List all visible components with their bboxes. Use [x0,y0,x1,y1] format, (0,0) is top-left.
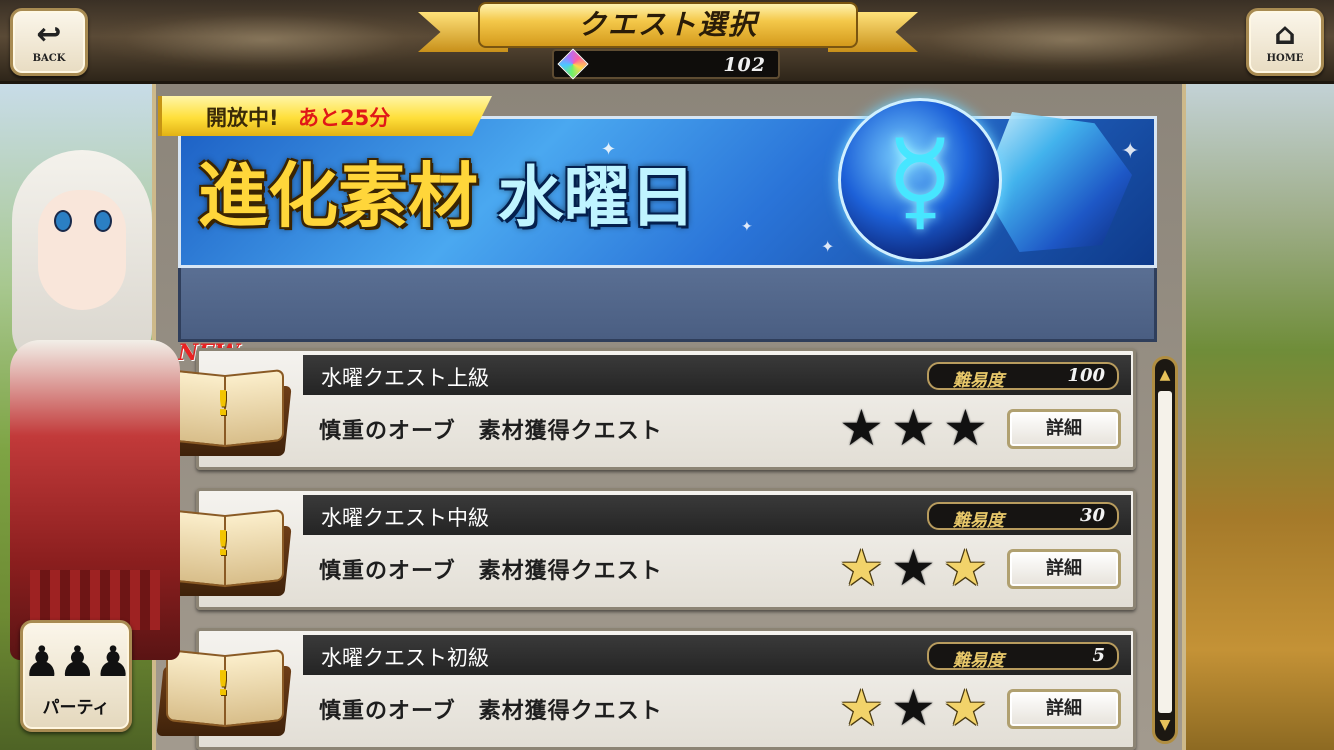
difficulty-badge: 難易度 5 [927,642,1119,671]
background-right-scenery [1184,84,1334,750]
sparkle-icon: ✦ [741,219,753,235]
star-icon: ★ [891,399,936,457]
star-icon: ★ [839,399,884,457]
sparkle-icon: ✦ [1121,139,1140,164]
difficulty-label: 難易度 [953,651,1004,671]
difficulty-value: 5 [1092,645,1105,666]
event-title: 進化素材 水曜日 [198,140,696,241]
star-icon: ★ [839,679,884,737]
time-remaining: あと25分 [298,106,391,130]
quest-description: 慎重のオーブ 素材獲得クエスト [319,699,663,724]
difficulty-badge: 難易度 30 [927,502,1119,531]
open-status-tag: 開放中! あと25分 [158,96,492,136]
character-eye [54,210,72,232]
gem-counter: 102 [552,48,780,80]
open-status: 開放中! [206,106,279,130]
quest-row-beginner[interactable]: 水曜クエスト初級 難易度 5 慎重のオーブ 素材獲得クエスト ★ ★ ★ 詳細 … [156,628,1136,750]
difficulty-badge: 難易度 100 [927,362,1119,391]
mercury-orb-icon: ☿ [838,98,1002,262]
quest-description: 慎重のオーブ 素材獲得クエスト [319,559,663,584]
character-eye [94,210,112,232]
scroll-up-arrow-icon[interactable]: ▲ [1156,367,1174,383]
star-icon: ★ [839,539,884,597]
back-button[interactable]: ↩ BACK [10,8,88,76]
quest-description: 慎重のオーブ 素材獲得クエスト [319,419,663,444]
character-face [38,190,126,310]
scroll-thumb[interactable] [1158,391,1172,713]
back-label: BACK [32,53,66,64]
rainbow-gem-icon [557,48,589,80]
quest-header: 水曜クエスト中級 難易度 30 [303,495,1131,535]
quest-name: 水曜クエスト中級 [321,506,489,530]
quest-card[interactable]: 水曜クエスト初級 難易度 5 慎重のオーブ 素材獲得クエスト ★ ★ ★ 詳細 [196,628,1136,750]
difficulty-value: 30 [1079,505,1105,526]
header-ornament-left [100,10,430,70]
party-label: パーティ [42,698,110,718]
star-icon: ★ [943,539,988,597]
exclamation-icon: ! [215,384,231,424]
difficulty-stars: ★ ★ ★ [839,543,999,593]
quest-header: 水曜クエスト上級 難易度 100 [303,355,1131,395]
quest-card[interactable]: 水曜クエスト中級 難易度 30 慎重のオーブ 素材獲得クエスト ★ ★ ★ 詳細 [196,488,1136,610]
title-banner: クエスト選択 [418,2,918,52]
party-members-icon: ♟♟♟ [23,637,132,686]
top-header: ↩ BACK クエスト選択 102 ⌂ HOME [0,0,1334,84]
difficulty-value: 100 [1067,365,1105,386]
difficulty-stars: ★ ★ ★ [839,403,999,453]
gem-count: 102 [723,54,766,76]
home-label: HOME [1266,53,1304,64]
event-description-panel [178,268,1157,342]
page-title: クエスト選択 [478,2,858,48]
difficulty-label: 難易度 [953,511,1004,531]
star-icon: ★ [891,539,936,597]
star-icon: ★ [943,679,988,737]
quest-card[interactable]: 水曜クエスト上級 難易度 100 慎重のオーブ 素材獲得クエスト ★ ★ ★ 詳… [196,348,1136,470]
detail-button[interactable]: 詳細 [1007,409,1121,449]
header-ornament-right [904,10,1234,70]
quest-row-intermediate[interactable]: 水曜クエスト中級 難易度 30 慎重のオーブ 素材獲得クエスト ★ ★ ★ 詳細… [156,488,1136,610]
scroll-down-arrow-icon[interactable]: ▼ [1156,717,1174,733]
star-icon: ★ [891,679,936,737]
quest-name: 水曜クエスト上級 [321,366,489,390]
quest-row-advanced[interactable]: 水曜クエスト上級 難易度 100 慎重のオーブ 素材獲得クエスト ★ ★ ★ 詳… [156,348,1136,470]
detail-button[interactable]: 詳細 [1007,689,1121,729]
event-title-main: 進化素材 [198,155,478,237]
quest-header: 水曜クエスト初級 難易度 5 [303,635,1131,675]
quest-name: 水曜クエスト初級 [321,646,489,670]
exclamation-icon: ! [215,664,231,704]
home-button[interactable]: ⌂ HOME [1246,8,1324,76]
quest-list-scrollbar[interactable]: ▲ ▼ [1152,356,1178,744]
sparkle-icon: ✦ [821,237,835,256]
party-button[interactable]: ♟♟♟ パーティ [20,620,132,732]
back-arrow-icon: ↩ [36,17,62,52]
star-icon: ★ [943,399,988,457]
event-title-day: 水曜日 [497,159,696,236]
difficulty-label: 難易度 [953,371,1004,391]
exclamation-icon: ! [215,524,231,564]
detail-button[interactable]: 詳細 [1007,549,1121,589]
mercury-symbol-icon: ☿ [886,116,954,244]
home-icon: ⌂ [1274,17,1296,52]
difficulty-stars: ★ ★ ★ [839,683,999,733]
